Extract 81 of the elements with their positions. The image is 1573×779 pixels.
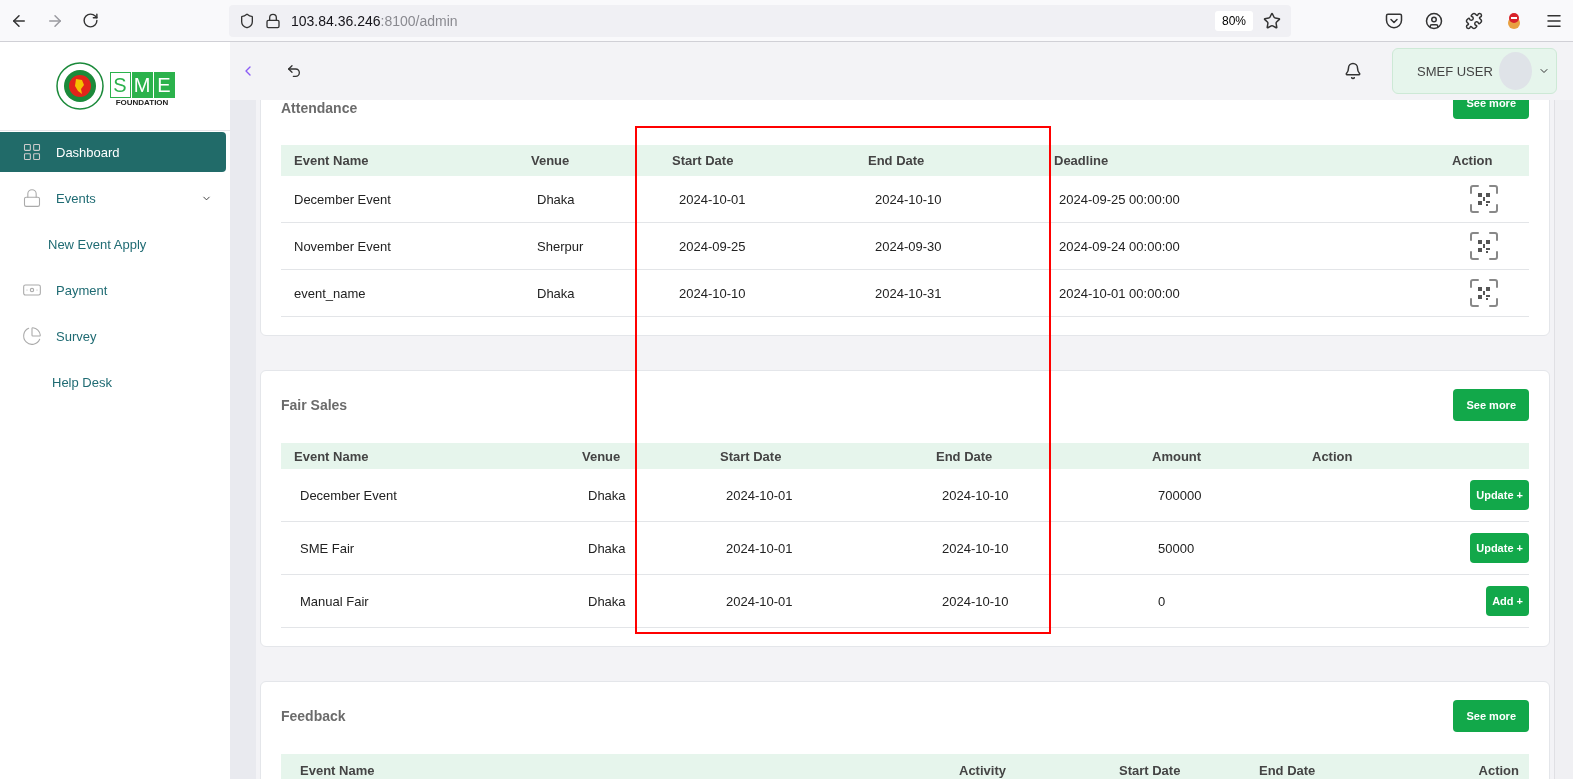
table-cell-text: 2024-09-30 [874,238,943,254]
bell-icon[interactable] [1344,62,1362,80]
table-cell-text: SME Fair [299,540,356,556]
column-header: Amount [1151,448,1203,464]
sidebar-item[interactable]: Survey [0,316,226,356]
table-cell-text: Dhaka [587,487,627,503]
column-header: End Date [1259,762,1317,778]
user-menu[interactable]: SMEF USER [1392,48,1557,94]
table-cell-text: 2024-10-31 [874,285,943,301]
sidebar-item[interactable]: Events [0,178,226,218]
table-cell-text: 0 [1157,593,1167,609]
reload-icon[interactable] [82,12,99,29]
table-cell-text: Dhaka [536,285,576,301]
column-header: Event Name [293,448,370,464]
table-cell-text: 50000 [1157,540,1196,556]
qr-scan-icon[interactable] [1469,231,1499,261]
column-header: End Date [867,153,926,168]
column-header: Start Date [1119,762,1182,778]
extension-icon[interactable] [1505,11,1523,30]
pocket-icon[interactable] [1385,11,1403,30]
table-cell-text: 2024-09-25 [678,238,747,254]
table-cell-text: event_name [293,285,367,301]
table-cell-text: 2024-10-01 [725,593,794,609]
column-header: Venue [530,153,571,168]
address-bar[interactable]: 103.84.36.246:8100/admin 80% [229,4,1291,37]
table-cell-text: 2024-10-01 [678,191,747,207]
table-cell-text: 2024-10-01 00:00:00 [1058,285,1181,301]
card-title: Attendance [281,100,358,116]
logo-subtitle: FOUNDATION [115,97,169,107]
table-cell-text: 2024-10-10 [941,593,1010,609]
table-cell-text: 2024-10-10 [941,540,1010,556]
table-cell-text: 2024-10-10 [874,191,943,207]
shield-icon [239,12,255,29]
sidebar-item[interactable]: Payment [0,270,226,310]
star-icon[interactable] [1263,11,1281,30]
undo-icon[interactable] [286,63,302,79]
column-header: Start Date [671,153,735,168]
table-cell-text: December Event [299,487,398,503]
zoom-level[interactable]: 80% [1214,10,1253,31]
lock-icon [22,188,42,208]
table-cell-text: 2024-09-25 00:00:00 [1058,191,1181,207]
column-header: Activity [959,762,1007,778]
qr-scan-icon[interactable] [1469,278,1499,308]
table-cell-text: 2024-10-01 [725,487,794,503]
table-cell-text: 2024-10-01 [725,540,794,556]
sidebar-item[interactable]: Dashboard [0,132,226,172]
column-header: Action [1451,153,1494,168]
table-cell-text: Dhaka [536,191,576,207]
table-cell-text: November Event [293,238,392,254]
table-cell-text: Dhaka [587,593,627,609]
column-header: Event Name [299,762,376,778]
column-header: Action [1477,762,1520,778]
table-cell-text: 2024-09-24 00:00:00 [1058,238,1181,254]
grid-icon [22,142,42,162]
qr-scan-icon[interactable] [1469,184,1499,214]
sidebar-item[interactable]: Help Desk [0,362,226,402]
pie-chart-icon [22,326,42,346]
column-header: Event Name [293,153,370,168]
sidebar-subitem[interactable]: New Event Apply [0,224,226,264]
table-cell-text: Manual Fair [299,593,370,609]
column-header: End Date [935,448,994,464]
column-header: Action [1311,448,1354,464]
logo-letter: E [153,71,175,98]
url-text: 103.84.36.246:8100/admin [291,12,459,29]
lock-icon [265,12,281,29]
puzzle-icon[interactable] [1465,11,1483,30]
emblem-logo-icon [55,62,104,110]
table-cell-text: December Event [293,191,392,207]
logo-letter: S [109,71,131,98]
table-cell-text: Sherpur [536,238,585,254]
column-header: Start Date [719,448,783,464]
column-header: Deadline [1053,153,1110,168]
card-title: Feedback [281,708,346,724]
table-cell-text: 700000 [1157,487,1203,503]
card-title: Fair Sales [281,397,348,413]
table-cell-text: Dhaka [587,540,627,556]
logo-letter: M [131,71,153,98]
column-header: Venue [581,448,622,464]
account-icon[interactable] [1425,11,1443,30]
table-cell-text: 2024-10-10 [941,487,1010,503]
table-cell-text: 2024-10-10 [678,285,747,301]
